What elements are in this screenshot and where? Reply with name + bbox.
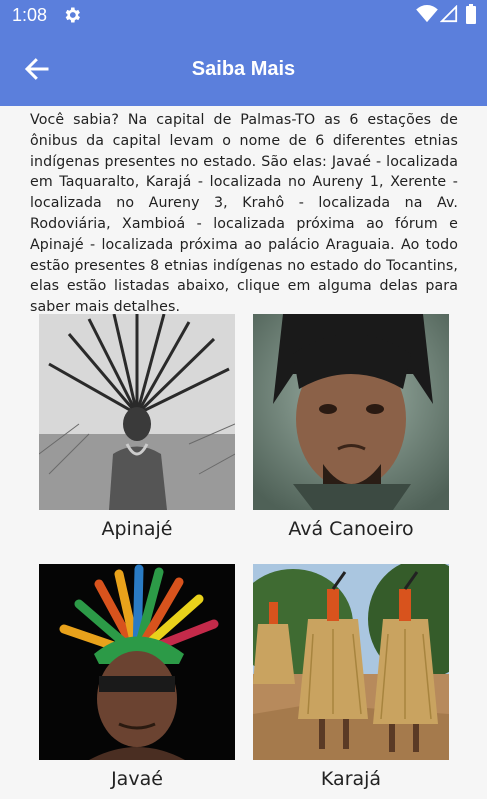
karaja-photo[interactable] xyxy=(253,564,449,760)
ava-canoeiro-photo[interactable] xyxy=(253,314,449,510)
ethnicity-card-apinaje[interactable]: Apinajé xyxy=(39,314,235,540)
gear-icon xyxy=(65,7,80,23)
ethnicity-name: Karajá xyxy=(320,768,382,790)
status-bar: 1:08 xyxy=(0,0,487,30)
wifi-icon xyxy=(416,5,438,23)
ethnicity-name: Avá Canoeiro xyxy=(288,518,414,540)
intro-paragraph: Você sabia? Na capital de Palmas-TO as 6… xyxy=(30,112,458,316)
apinaje-photo[interactable] xyxy=(39,314,235,510)
status-time: 1:08 xyxy=(12,5,48,25)
ethnicity-name: Apinajé xyxy=(101,518,173,540)
ethnicity-name: Javaé xyxy=(111,768,163,790)
javae-photo[interactable] xyxy=(39,564,235,760)
signal-icon xyxy=(440,5,458,23)
ethnicity-card-javae[interactable]: Javaé xyxy=(39,564,235,790)
battery-icon xyxy=(466,4,476,24)
page-title: Saiba Mais xyxy=(191,58,296,80)
ethnicity-card-ava-canoeiro[interactable]: Avá Canoeiro xyxy=(253,314,449,540)
app-bar: 1:08 Saiba Mais xyxy=(0,0,487,106)
ethnicity-card-karaja[interactable]: Karajá xyxy=(253,564,449,790)
